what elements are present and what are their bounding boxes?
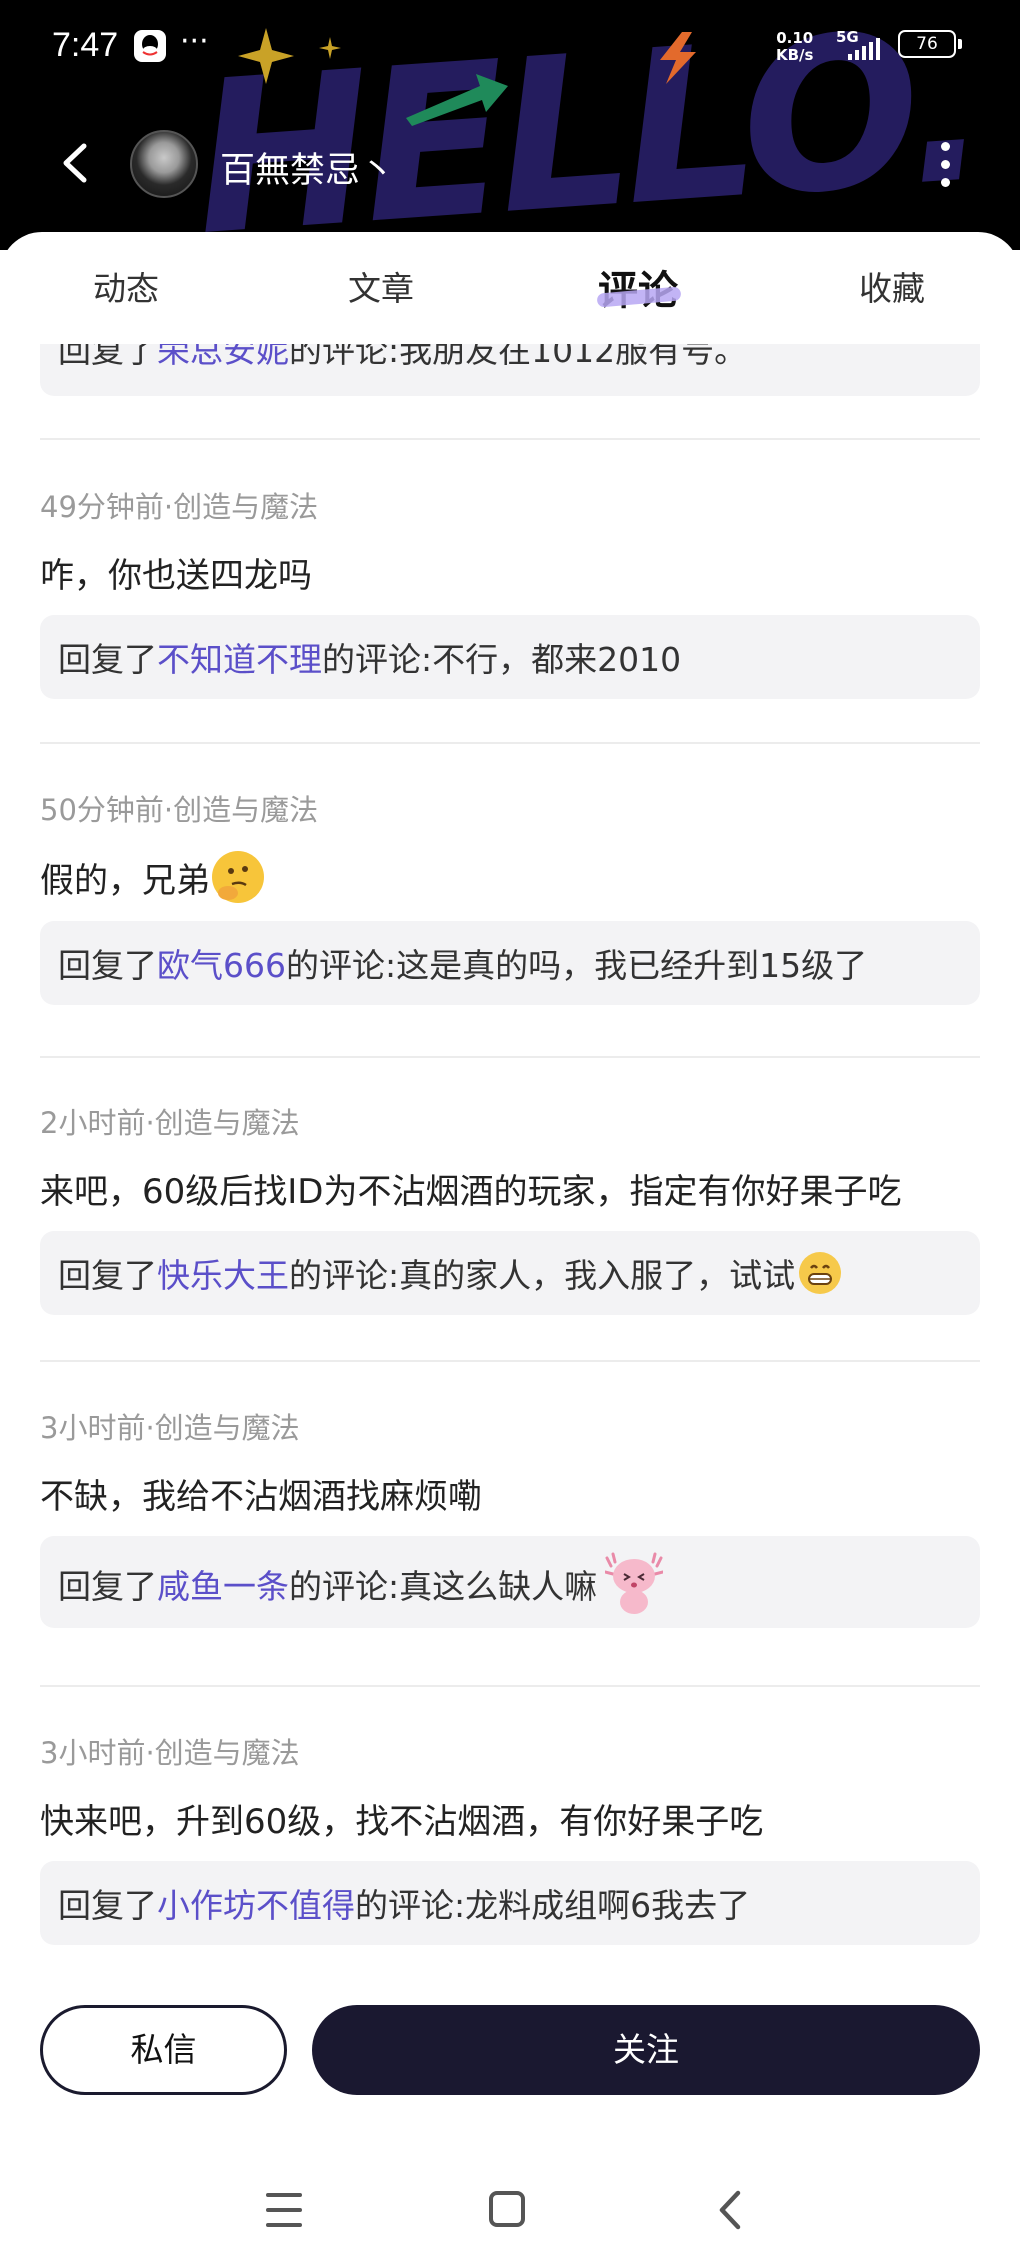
reply-quote[interactable]: 回复了 小作坊不值得 的评论:龙料成组啊6我去了 — [40, 1861, 980, 1945]
comment-content: 快来吧，升到60级，找不沾烟酒，有你好果子吃 — [40, 1802, 764, 1842]
axolotl-sticker-icon — [603, 1552, 665, 1616]
comment-content: 不缺，我给不沾烟酒找麻烦嘞 — [40, 1477, 482, 1517]
tab-activity[interactable]: 动态 — [93, 262, 159, 310]
tab-favorites[interactable]: 收藏 — [859, 262, 925, 310]
reply-quote[interactable]: 回复了 快乐大王 的评论:真的家人，我入服了，试试 — [40, 1231, 980, 1315]
comment-item[interactable]: 3小时前·创造与魔法 不缺，我给不沾烟酒找麻烦嘞 回复了 咸鱼一条 的评论:真这么缺… — [40, 1405, 980, 1628]
comment-content: 来吧，60级后找ID为不沾烟酒的玩家，指定有你好果子吃 — [40, 1172, 902, 1212]
comment-item[interactable]: 3小时前·创造与魔法 快来吧，升到60级，找不沾烟酒，有你好果子吃 回复了 小作坊… — [40, 1730, 980, 1945]
comment-item[interactable]: 49分钟前·创造与魔法 咋，你也送四龙吗 回复了 不知道不理 的评论:不行，都来20… — [40, 484, 980, 699]
back-arrow-icon[interactable] — [52, 138, 102, 188]
list-divider — [40, 1685, 980, 1687]
list-divider — [40, 438, 980, 440]
top-nav: 百無禁忌丶 — [0, 130, 1020, 200]
more-options-icon[interactable] — [930, 136, 960, 192]
system-back-icon[interactable] — [710, 2187, 750, 2233]
reply-quote[interactable]: 回复了 欧气666 的评论:这是真的吗，我已经升到15级了 — [40, 921, 980, 1005]
reply-username-link[interactable]: 小作坊不值得 — [157, 1879, 355, 1927]
comment-item[interactable]: 50分钟前·创造与魔法 假的，兄弟 回复了 欧气666 的评论:这是真的吗，我已经升… — [40, 787, 980, 1005]
battery-tip — [958, 39, 962, 49]
follow-button[interactable]: 关注 — [312, 2005, 980, 2095]
comment-meta: 50分钟前·创造与魔法 — [40, 793, 319, 827]
arrow-decoration-icon — [406, 74, 508, 126]
profile-tabs: 动态 文章 评论 收藏 — [0, 232, 1020, 344]
status-bar: 7:47 ··· 0.10 KB/s 5G 76 — [0, 24, 1020, 74]
home-icon[interactable] — [489, 2191, 525, 2227]
comment-meta: 2小时前·创造与魔法 — [40, 1106, 300, 1140]
comment-item[interactable]: 2小时前·创造与魔法 来吧，60级后找ID为不沾烟酒的玩家，指定有你好果子吃 回… — [40, 1100, 980, 1315]
status-time: 7:47 — [52, 26, 119, 64]
list-divider — [40, 1056, 980, 1058]
comment-content: 咋，你也送四龙吗 — [40, 556, 312, 596]
private-message-button[interactable]: 私信 — [40, 2005, 287, 2095]
profile-username: 百無禁忌丶 — [220, 151, 396, 191]
reply-quote[interactable]: 回复了 咸鱼一条 的评论:真这么缺人嘛 — [40, 1536, 980, 1628]
reply-username-link[interactable]: 咸鱼一条 — [157, 1560, 289, 1608]
comment-meta: 3小时前·创造与魔法 — [40, 1736, 300, 1770]
cellular-signal-icon: 5G — [836, 28, 886, 64]
recent-apps-icon[interactable] — [266, 2193, 302, 2227]
comment-meta: 49分钟前·创造与魔法 — [40, 490, 319, 524]
profile-header: HELLO. 7:47 ··· 0.10 KB/s 5G 76 百無禁忌丶 — [0, 0, 1020, 250]
reply-quote[interactable]: 回复了 不知道不理 的评论:不行，都来2010 — [40, 615, 980, 699]
comment-content: 假的，兄弟 — [40, 851, 980, 903]
more-notifications-icon: ··· — [180, 24, 209, 59]
qq-notification-icon — [134, 30, 166, 62]
reply-username-link[interactable]: 快乐大王 — [157, 1249, 289, 1297]
thinking-emoji-icon — [212, 851, 264, 903]
network-speed: 0.10 KB/s — [776, 29, 814, 64]
list-divider — [40, 1360, 980, 1362]
battery-icon: 76 — [898, 30, 956, 58]
comment-meta: 3小时前·创造与魔法 — [40, 1411, 300, 1445]
system-navigation-bar — [0, 2175, 1020, 2245]
reply-username-link[interactable]: 不知道不理 — [157, 633, 322, 681]
grinning-emoji-icon — [799, 1252, 842, 1294]
tab-articles[interactable]: 文章 — [348, 262, 414, 310]
list-divider — [40, 742, 980, 744]
user-avatar[interactable] — [130, 130, 198, 198]
reply-username-link[interactable]: 欧气666 — [157, 939, 286, 987]
